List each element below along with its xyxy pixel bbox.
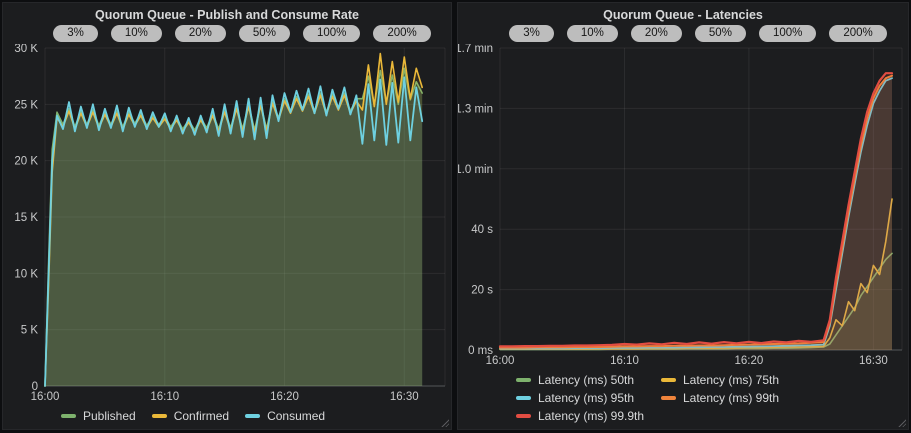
legend-swatch — [661, 378, 676, 382]
legend-swatch — [661, 396, 676, 400]
annotation-pill-row: 3% 10% 20% 50% 100% 200% — [458, 22, 908, 44]
latency-chart-legend: Latency (ms) 50th Latency (ms) 75th Latenc… — [458, 367, 908, 429]
legend-item[interactable]: Latency (ms) 95th — [516, 391, 661, 405]
annotation-pill[interactable]: 10% — [567, 25, 618, 42]
legend-swatch — [61, 414, 76, 418]
annotation-pill[interactable]: 3% — [53, 25, 98, 42]
panel-latencies: Quorum Queue - Latencies 3% 10% 20% 50% 100%… — [457, 2, 909, 430]
chart-svg: 16:0016:1016:2016:3005 K10 K15 K20 K25 K… — [3, 44, 451, 403]
annotation-pill[interactable]: 200% — [829, 25, 886, 42]
annotation-pill[interactable]: 200% — [373, 25, 430, 42]
legend-label: Latency (ms) 75th — [683, 373, 779, 387]
x-axis-tick-label: 16:30 — [859, 355, 888, 367]
annotation-pill[interactable]: 50% — [239, 25, 290, 42]
x-axis-tick-label: 16:20 — [270, 391, 299, 403]
panel-resize-handle[interactable] — [440, 418, 449, 427]
latency-chart[interactable]: 16:0016:1016:2016:300 ms20 s40 s1.0 min1… — [458, 44, 908, 367]
x-axis-tick-label: 16:30 — [390, 391, 419, 403]
legend-swatch — [516, 396, 531, 400]
legend-item[interactable]: Latency (ms) 50th — [516, 373, 661, 387]
annotation-pill[interactable]: 50% — [695, 25, 746, 42]
y-axis-tick-label: 1.3 min — [458, 103, 493, 115]
annotation-pill[interactable]: 100% — [759, 25, 816, 42]
legend-item[interactable]: Consumed — [245, 409, 325, 423]
annotation-pill[interactable]: 10% — [111, 25, 162, 42]
y-axis-tick-label: 40 s — [471, 224, 493, 236]
annotation-pill-row: 3% 10% 20% 50% 100% 200% — [3, 22, 451, 44]
legend-item[interactable]: Latency (ms) 99th — [661, 391, 806, 405]
legend-swatch — [516, 378, 531, 382]
annotation-pill[interactable]: 100% — [303, 25, 360, 42]
legend-label: Latency (ms) 99th — [683, 391, 779, 405]
legend-item[interactable]: Confirmed — [152, 409, 229, 423]
annotation-pill[interactable]: 20% — [175, 25, 226, 42]
legend-label: Latency (ms) 99.9th — [538, 409, 644, 423]
legend-label: Published — [83, 409, 136, 423]
annotation-pill[interactable]: 3% — [509, 25, 554, 42]
legend-label: Consumed — [267, 409, 325, 423]
y-axis-tick-label: 5 K — [21, 325, 39, 337]
y-axis-tick-label: 20 s — [471, 285, 493, 297]
panel-resize-handle[interactable] — [897, 418, 906, 427]
legend-label: Confirmed — [174, 409, 229, 423]
legend-swatch — [152, 414, 167, 418]
x-axis-tick-label: 16:20 — [735, 355, 764, 367]
panel-title[interactable]: Quorum Queue - Latencies — [458, 3, 908, 22]
legend-item[interactable]: Latency (ms) 99.9th — [516, 409, 661, 423]
y-axis-tick-label: 1.7 min — [458, 44, 493, 55]
legend-swatch — [245, 414, 260, 418]
x-axis-tick-label: 16:10 — [610, 355, 639, 367]
annotation-pill[interactable]: 20% — [631, 25, 682, 42]
y-axis-tick-label: 1.0 min — [458, 164, 493, 176]
y-axis-tick-label: 0 — [32, 381, 38, 393]
panel-publish-consume-rate: Quorum Queue - Publish and Consume Rate … — [2, 2, 452, 430]
legend-item[interactable]: Latency (ms) 75th — [661, 373, 806, 387]
y-axis-tick-label: 20 K — [14, 156, 38, 168]
series-area-latency-ms-99-9th — [500, 73, 892, 350]
legend-label: Latency (ms) 50th — [538, 373, 634, 387]
y-axis-tick-label: 0 ms — [468, 345, 493, 357]
legend-label: Latency (ms) 95th — [538, 391, 634, 405]
y-axis-tick-label: 10 K — [14, 268, 38, 280]
y-axis-tick-label: 15 K — [14, 212, 38, 224]
grafana-dashboard: Quorum Queue - Publish and Consume Rate … — [0, 0, 911, 433]
y-axis-tick-label: 30 K — [14, 44, 38, 55]
x-axis-tick-label: 16:10 — [150, 391, 179, 403]
panel-title[interactable]: Quorum Queue - Publish and Consume Rate — [3, 3, 451, 22]
chart-svg: 16:0016:1016:2016:300 ms20 s40 s1.0 min1… — [458, 44, 908, 367]
y-axis-tick-label: 25 K — [14, 99, 38, 111]
rate-chart-legend: Published Confirmed Consumed — [3, 403, 451, 429]
legend-item[interactable]: Published — [61, 409, 136, 423]
rate-chart[interactable]: 16:0016:1016:2016:3005 K10 K15 K20 K25 K… — [3, 44, 451, 403]
legend-swatch — [516, 414, 531, 418]
